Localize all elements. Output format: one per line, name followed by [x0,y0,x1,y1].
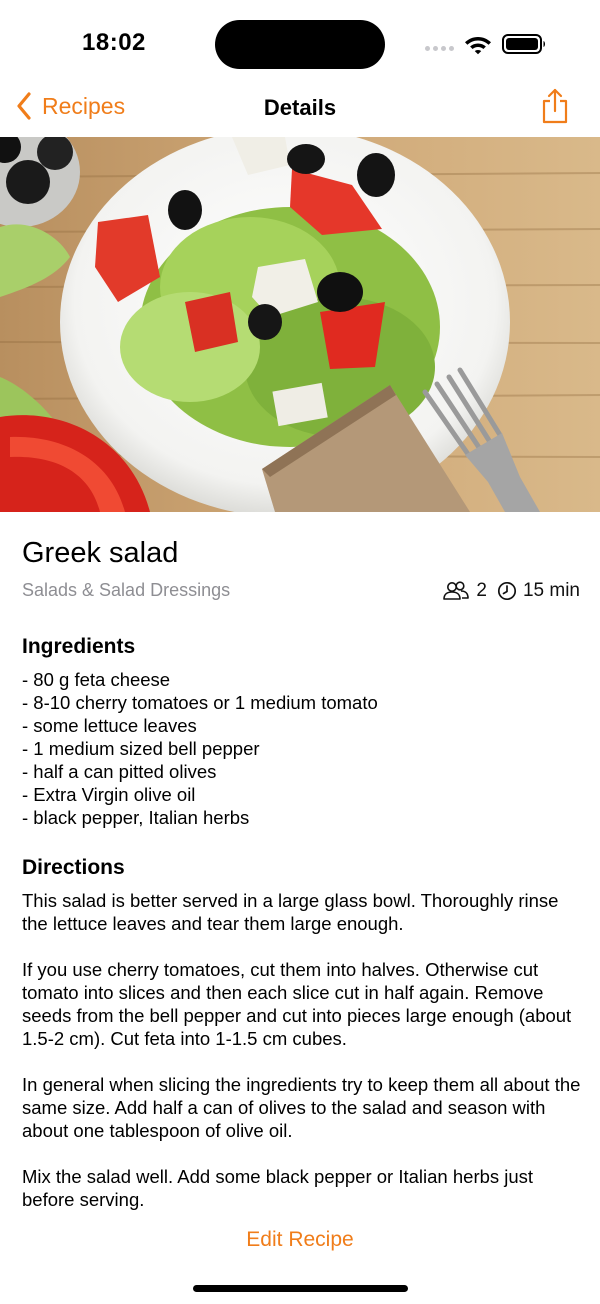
edit-recipe-button[interactable]: Edit Recipe [0,1228,600,1252]
salad-photo-illustration [0,137,600,512]
servings-count: 2 [476,580,487,601]
share-button[interactable] [540,88,570,129]
dynamic-island [215,20,385,69]
ingredient-item: - black pepper, Italian herbs [22,807,250,828]
direction-paragraph: In general when slicing the ingredients … [22,1074,581,1141]
ingredient-item: - 1 medium sized bell pepper [22,738,260,759]
ingredients-list: - 80 g feta cheese - 8-10 cherry tomatoe… [22,668,582,829]
recipe-meta: Salads & Salad Dressings 2 15 min [22,578,582,608]
prep-time: 15 min [522,580,580,601]
ingredient-item: - 80 g feta cheese [22,669,171,690]
status-bar: 18:02 [0,0,600,86]
direction-paragraph: Mix the salad well. Add some black peppe… [22,1166,534,1210]
recipe-details: Greek salad Salads & Salad Dressings 2 1… [22,512,582,1234]
home-indicator [193,1285,408,1292]
wifi-icon [465,37,491,55]
ingredients-heading: Ingredients [22,635,136,658]
cellular-signal-icon [425,46,454,51]
page-title: Details [263,95,337,120]
direction-paragraph: This salad is better served in a large g… [22,890,559,934]
clock-icon [497,581,517,601]
direction-paragraph: If you use cherry tomatoes, cut them int… [22,959,572,1049]
navigation-bar: Recipes Details [0,86,600,136]
ingredient-item: - 8-10 cherry tomatoes or 1 medium tomat… [22,692,378,713]
ingredient-item: - Extra Virgin olive oil [22,784,196,805]
ingredient-item: - some lettuce leaves [22,715,197,736]
directions-text: This salad is better served in a large g… [22,889,582,1211]
directions-heading: Directions [22,856,125,879]
share-icon [542,88,568,124]
people-icon [442,581,470,601]
recipe-photo [0,137,600,512]
recipe-category: Salads & Salad Dressings [22,580,231,600]
battery-icon [502,34,545,54]
ingredient-item: - half a can pitted olives [22,761,217,782]
status-time: 18:02 [82,29,146,56]
recipe-title: Greek salad [22,537,179,569]
recipe-stats: 2 15 min [442,580,580,602]
